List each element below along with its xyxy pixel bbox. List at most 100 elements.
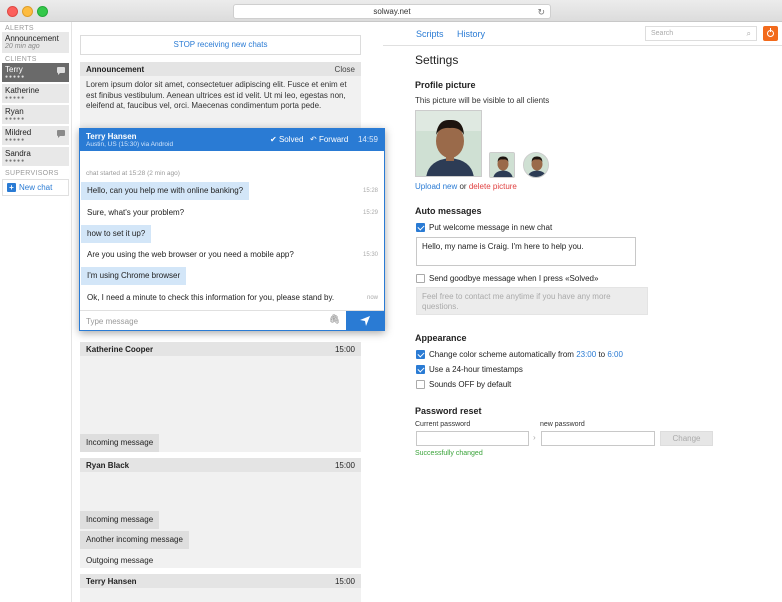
chat-message: I'm using Chrome browser [81, 267, 187, 285]
person-photo-icon [490, 153, 514, 177]
upload-new-link[interactable]: Upload new [415, 182, 457, 191]
sidebar-item-label: Announcement [5, 34, 59, 43]
url-text: solway.net [373, 7, 411, 16]
status-dots: ●●●●● [5, 158, 26, 164]
plus-icon: + [7, 183, 16, 192]
message-time: 15:28 [362, 188, 378, 194]
status-dots: ●●●●● [5, 116, 26, 122]
forward-button[interactable]: ↶ Forward [310, 135, 348, 144]
goodbye-message-textarea[interactable]: Feel free to contact me anytime if you h… [416, 287, 648, 315]
color-scheme-text: Change color scheme automatically from [429, 350, 574, 359]
chat-message: how to set it up? [81, 225, 152, 243]
message-time: now [366, 295, 378, 301]
color-scheme-label: Change color scheme automatically from 2… [429, 350, 623, 359]
chat-bubble-icon [57, 130, 65, 138]
solved-button[interactable]: ✔ Solved [270, 135, 303, 144]
timestamps-label: Use a 24-hour timestamps [429, 365, 523, 374]
right-toolbar: Scripts History Search ⌕ [383, 22, 782, 46]
sidebar-item-client[interactable]: Ryan ●●●●● [2, 105, 69, 124]
status-dots: ●●●●● [5, 95, 26, 101]
change-password-button[interactable]: Change [660, 431, 713, 446]
tab-history[interactable]: History [457, 29, 485, 39]
goodbye-message-checkbox[interactable] [416, 274, 425, 283]
chat-card-message: Outgoing message [86, 556, 154, 565]
tab-scripts[interactable]: Scripts [416, 29, 444, 39]
timestamps-checkbox-row[interactable]: Use a 24-hour timestamps [416, 365, 523, 374]
chat-card[interactable]: Ryan Black 15:00 Incoming message Another i… [80, 458, 361, 568]
minimize-window-icon[interactable] [22, 6, 33, 17]
announcement-body: Lorem ipsum dolor sit amet, consectetuer… [86, 80, 347, 110]
chat-card-name: Katherine Cooper [86, 345, 154, 354]
maximize-window-icon[interactable] [37, 6, 48, 17]
current-password-label: Current password [415, 421, 471, 428]
color-scheme-checkbox-row[interactable]: Change color scheme automatically from 2… [416, 350, 623, 359]
current-password-input[interactable] [416, 431, 529, 446]
chat-message: Are you using the web browser or you nee… [81, 246, 300, 264]
chat-card[interactable]: Terry Hansen 15:00 [80, 574, 361, 602]
sidebar-item-client[interactable]: Sandra ●●●●● [2, 147, 69, 166]
new-password-input[interactable] [541, 431, 655, 446]
chevron-right-icon: › [533, 433, 536, 442]
sidebar: ALERTS Announcement 20 min ago CLIENTS T… [0, 22, 72, 602]
person-photo-icon [416, 111, 481, 176]
active-chat-header: Terry Hansen Austin, US (15:30) via Andr… [80, 129, 384, 151]
send-icon [360, 316, 370, 326]
sidebar-item-client[interactable]: Terry ●●●●● [2, 63, 69, 82]
new-password-label: new password [540, 421, 585, 428]
message-composer: 🖇 [80, 310, 384, 330]
password-reset-heading: Password reset [415, 406, 482, 416]
new-chat-button[interactable]: + New chat [2, 179, 69, 196]
check-icon: ✔ [270, 135, 277, 144]
scheme-from-time[interactable]: 23:00 [576, 350, 596, 359]
send-button[interactable] [346, 311, 384, 330]
chat-card-header: Ryan Black 15:00 [80, 458, 361, 472]
sounds-label: Sounds OFF by default [429, 380, 512, 389]
chat-card-name: Terry Hansen [86, 577, 137, 586]
welcome-message-checkbox-row[interactable]: Put welcome message in new chat [416, 223, 552, 232]
alerts-section-label: ALERTS [5, 25, 34, 32]
color-scheme-checkbox[interactable] [416, 350, 425, 359]
chat-card-message: Incoming message [80, 434, 160, 452]
sidebar-item-announcement[interactable]: Announcement 20 min ago [2, 32, 69, 53]
chat-column: STOP receiving new chats Announcement Cl… [79, 22, 385, 602]
sidebar-item-client[interactable]: Katherine ●●●●● [2, 84, 69, 103]
goodbye-message-label: Send goodbye message when I press «Solve… [429, 274, 599, 283]
delete-picture-link[interactable]: delete picture [469, 182, 517, 191]
goodbye-message-checkbox-row[interactable]: Send goodbye message when I press «Solve… [416, 274, 598, 283]
address-bar[interactable]: solway.net ↻ [233, 4, 551, 19]
settings-title: Settings [415, 53, 459, 67]
announcement-header: Announcement Close [80, 62, 361, 76]
scheme-to-time[interactable]: 6:00 [607, 350, 623, 359]
close-window-icon[interactable] [7, 6, 18, 17]
timestamps-checkbox[interactable] [416, 365, 425, 374]
message-input[interactable] [86, 315, 336, 327]
avatar-small-round [523, 152, 549, 178]
chat-message: Hello, can you help me with online banki… [81, 182, 250, 200]
message-time: 15:30 [362, 252, 378, 258]
sounds-checkbox-row[interactable]: Sounds OFF by default [416, 380, 511, 389]
announcement-close-button[interactable]: Close [335, 65, 355, 74]
reply-icon: ↶ [310, 135, 317, 144]
chat-card[interactable]: Katherine Cooper 15:00 Incoming message [80, 342, 361, 452]
profile-picture-desc: This picture will be visible to all clie… [415, 96, 550, 105]
chat-started-note: chat started at 15:28 (2 min ago) [86, 170, 180, 177]
chat-time: 14:59 [357, 135, 378, 144]
forward-label: Forward [318, 135, 349, 144]
reload-icon[interactable]: ↻ [537, 6, 545, 19]
client-list: Terry ●●●●● Katherine ●●●●● Ryan ●●●●● Mildred… [0, 63, 71, 166]
welcome-message-textarea[interactable]: Hello, my name is Craig. I'm here to hel… [416, 237, 636, 266]
clients-section-label: CLIENTS [5, 56, 37, 63]
welcome-message-checkbox[interactable] [416, 223, 425, 232]
chat-bubble-icon [57, 67, 65, 75]
paperclip-icon[interactable]: 🖇 [329, 314, 340, 325]
sounds-checkbox[interactable] [416, 380, 425, 389]
search-input[interactable]: Search ⌕ [645, 26, 757, 41]
power-button[interactable] [763, 26, 778, 41]
stop-receiving-button[interactable]: STOP receiving new chats [80, 35, 361, 55]
announcement-title: Announcement [86, 65, 145, 74]
chat-card-message: Incoming message [80, 511, 160, 529]
sidebar-item-client[interactable]: Mildred ●●●●● [2, 126, 69, 145]
chat-card-header: Katherine Cooper 15:00 [80, 342, 361, 356]
new-chat-label: New chat [19, 183, 53, 192]
welcome-message-label: Put welcome message in new chat [429, 223, 553, 232]
